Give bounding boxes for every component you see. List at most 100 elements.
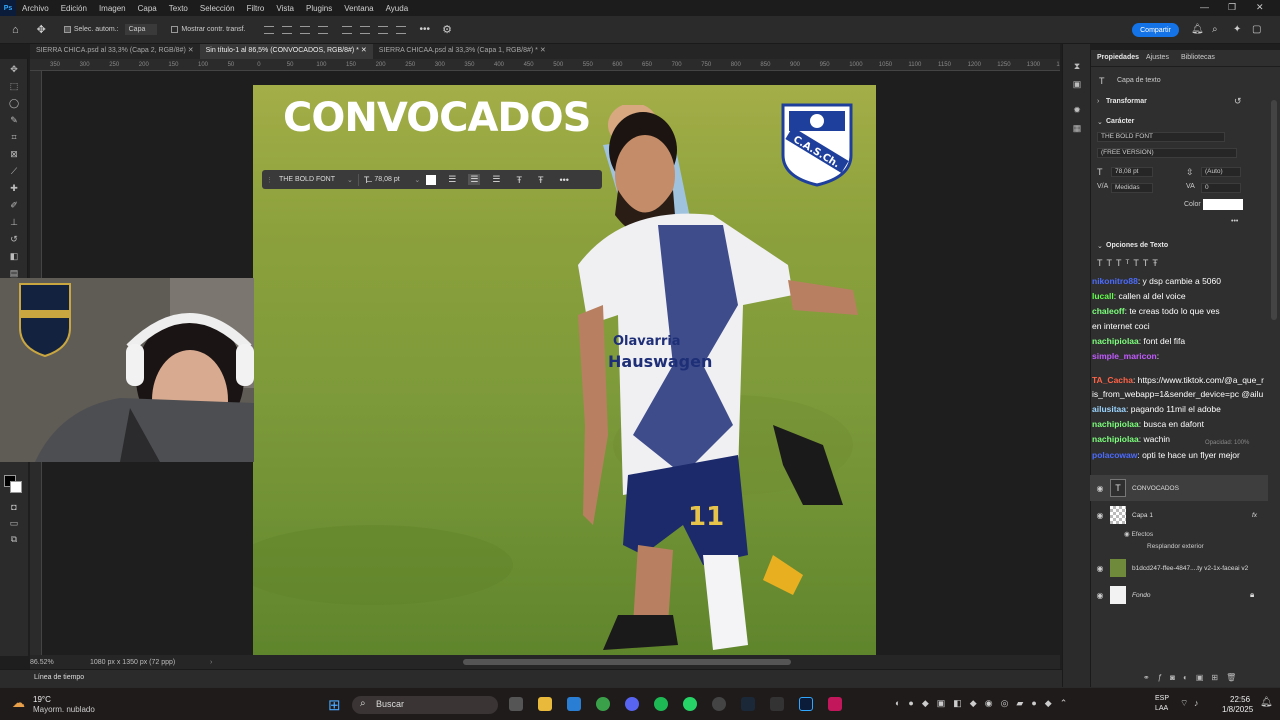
quick-mask-icon[interactable]: ◘ [7, 501, 21, 513]
eye-icon[interactable]: ◉ [1090, 511, 1110, 520]
transform-section[interactable]: Transformar [1106, 98, 1147, 105]
notification-icon[interactable]: 🔔︎ [1260, 697, 1273, 708]
spotify-icon[interactable] [654, 697, 668, 711]
obs-icon[interactable] [712, 697, 726, 711]
background-color[interactable] [10, 481, 22, 493]
menu-seleccion[interactable]: Selección [194, 4, 241, 13]
menu-edicion[interactable]: Edición [55, 4, 93, 13]
align-left-icon[interactable] [263, 25, 274, 34]
text-options-icon[interactable]: Ŧ [538, 175, 544, 185]
text-color-swatch[interactable] [1203, 199, 1243, 210]
photoshop-logo-icon[interactable]: Ps [0, 0, 16, 16]
history-icon[interactable]: ⧗ [1070, 60, 1084, 72]
more-icon[interactable]: ••• [559, 175, 568, 185]
menu-ventana[interactable]: Ventana [338, 4, 379, 13]
align-bottom-icon[interactable] [377, 25, 388, 34]
menu-vista[interactable]: Vista [270, 4, 300, 13]
history-brush-icon[interactable]: ↺ [7, 233, 21, 245]
tab-sierra-chica[interactable]: SIERRA CHICA.psd al 33,3% (Capa 2, RGB/8… [30, 44, 200, 59]
tracking-input[interactable]: 0 [1201, 183, 1241, 193]
marquee-tool-icon[interactable]: ⬚ [7, 80, 21, 92]
store-icon[interactable] [567, 697, 581, 711]
text-options-section[interactable]: Opciones de Texto [1106, 242, 1168, 249]
healing-brush-icon[interactable]: ✚ [7, 182, 21, 194]
distribute-vertical-icon[interactable] [395, 25, 406, 34]
drag-handle-icon[interactable]: ⋮ [266, 176, 273, 184]
epic-games-icon[interactable] [770, 697, 784, 711]
canvas-title-text[interactable]: CONVOCADOS [283, 95, 591, 141]
align-center-icon[interactable] [281, 25, 292, 34]
language-2[interactable]: LAA [1155, 705, 1168, 712]
layer-convocados[interactable]: ◉ T CONVOCADOS [1090, 475, 1268, 501]
character-icon[interactable]: ▦ [1070, 122, 1084, 134]
maximize-icon[interactable]: ❐ [1228, 2, 1236, 13]
frame-tool-icon[interactable]: ⊠ [7, 148, 21, 160]
volume-icon[interactable]: ♪ [1194, 698, 1199, 708]
screen-mode-icon[interactable]: ▭ [7, 517, 21, 529]
kerning-input[interactable]: Medidas [1111, 183, 1153, 193]
language-1[interactable]: ESP [1155, 695, 1169, 702]
font-size-input[interactable]: 78,08 pt [1111, 167, 1153, 177]
close-icon[interactable]: ✕ [361, 47, 367, 54]
menu-imagen[interactable]: Imagen [93, 4, 132, 13]
outer-glow-effect[interactable]: Resplandor exterior [1147, 543, 1204, 550]
photoshop-taskbar-icon[interactable] [799, 697, 813, 711]
sparkle-icon[interactable]: ✦ [1233, 24, 1241, 35]
app-icon[interactable] [828, 697, 842, 711]
crop-tool-icon[interactable]: ⌗ [7, 131, 21, 143]
layer-actions-bar[interactable]: ⚭ƒ◙◐▣⊞🗑︎ [1143, 673, 1244, 682]
chevron-right-icon[interactable]: › [210, 659, 212, 666]
discord-icon[interactable] [625, 697, 639, 711]
windows-start-icon[interactable]: ⊞ [328, 696, 341, 714]
opacity-field[interactable]: Opacidad: 100% [1205, 440, 1249, 446]
clock-time[interactable]: 22:56 [1230, 695, 1250, 704]
navigator-icon[interactable]: ✹ [1070, 104, 1084, 116]
brush-tool-icon[interactable]: ✐ [7, 199, 21, 211]
stamp-tool-icon[interactable]: ⊥ [7, 216, 21, 228]
font-style-select[interactable]: (FREE VERSION) [1097, 148, 1237, 158]
search-icon[interactable]: ⌕ [1212, 24, 1218, 35]
font-family-select[interactable]: THE BOLD FONT [279, 176, 347, 183]
workspace-icon[interactable]: ▢ [1252, 24, 1261, 35]
file-explorer-icon[interactable] [538, 697, 552, 711]
task-view-icon[interactable] [509, 697, 523, 711]
character-section[interactable]: Carácter [1106, 118, 1134, 125]
align-center-text-icon[interactable]: ☰ [468, 174, 481, 185]
align-right-icon[interactable] [299, 25, 310, 34]
bell-icon[interactable]: 🔔︎ [1191, 24, 1204, 35]
fx-badge[interactable]: fx [1252, 512, 1257, 519]
eye-icon[interactable]: ◉ [1090, 564, 1110, 573]
whatsapp-icon[interactable] [683, 697, 697, 711]
eye-icon[interactable]: ◉ [1090, 484, 1110, 493]
menu-ayuda[interactable]: Ayuda [380, 4, 415, 13]
wifi-icon[interactable]: ⌔ [1180, 698, 1188, 709]
align-top-icon[interactable] [341, 25, 352, 34]
more-character-button[interactable]: ••• [1231, 218, 1238, 225]
close-icon[interactable]: ✕ [188, 47, 194, 54]
eyedropper-icon[interactable]: ⟋ [7, 165, 21, 177]
menu-texto[interactable]: Texto [163, 4, 194, 13]
menu-capa[interactable]: Capa [132, 4, 163, 13]
move-tool-icon[interactable]: ✥ [7, 63, 21, 75]
effects-row[interactable]: ◉ Efectos [1124, 530, 1153, 538]
share-button[interactable]: Compartir [1132, 23, 1179, 37]
show-transform-checkbox[interactable]: Mostrar contr. transf. [171, 26, 246, 33]
align-right-text-icon[interactable]: ☰ [492, 174, 500, 185]
auto-select-checkbox[interactable]: Selec. autom.: [63, 26, 119, 33]
font-family-select[interactable]: THE BOLD FONT [1097, 132, 1225, 142]
eye-icon[interactable]: ◉ [1090, 591, 1110, 600]
align-left-text-icon[interactable]: ☰ [448, 174, 456, 185]
layer-image[interactable]: ◉ b1dcd247-ffee-4847....ty v2-1x-faceai … [1090, 555, 1268, 581]
lasso-tool-icon[interactable]: ◯ [7, 97, 21, 109]
font-size-input[interactable]: 78,08 pt [374, 176, 414, 183]
zoom-level[interactable]: 86.52% [30, 659, 90, 666]
tab-sierra-chicaa[interactable]: SIERRA CHICAA.psd al 33,3% (Capa 1, RGB/… [373, 44, 552, 59]
taskbar-search[interactable]: ⌕ Buscar [352, 696, 498, 714]
layer-fondo[interactable]: ◉ Fondo 🔒︎ [1090, 582, 1268, 608]
leading-input[interactable]: (Auto) [1201, 167, 1241, 177]
menu-plugins[interactable]: Plugins [300, 4, 338, 13]
temperature[interactable]: 19°C [33, 695, 51, 704]
tab-adjustments[interactable]: Ajustes [1146, 54, 1169, 61]
horizontal-scrollbar[interactable] [463, 659, 791, 665]
align-middle-icon[interactable] [359, 25, 370, 34]
